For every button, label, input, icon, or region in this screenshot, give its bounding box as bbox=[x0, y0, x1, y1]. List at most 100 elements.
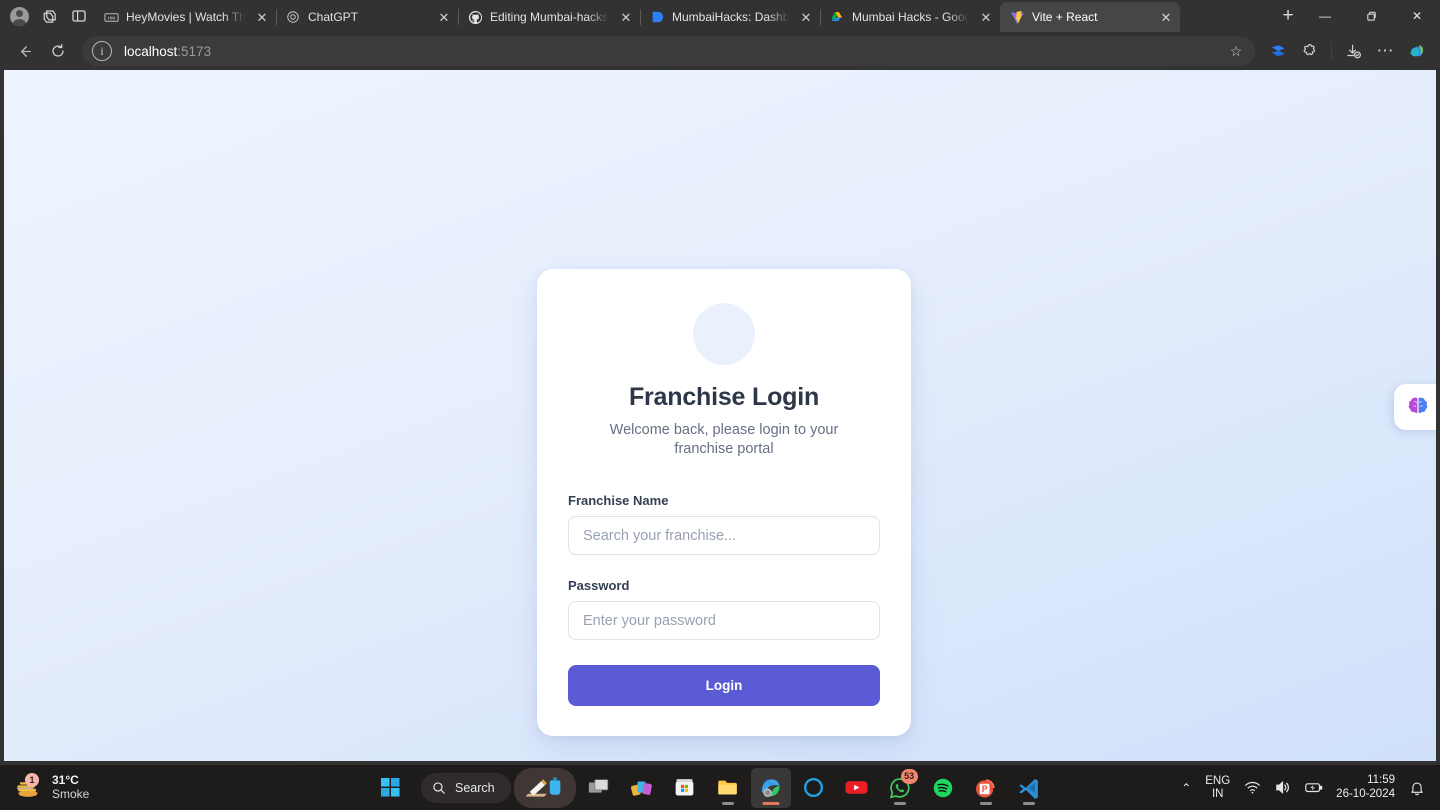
password-label: Password bbox=[568, 578, 630, 594]
password-field: Password bbox=[568, 578, 880, 641]
reload-button[interactable] bbox=[42, 35, 74, 67]
arc-browser-icon[interactable] bbox=[794, 768, 834, 808]
tab-title: Mumbai Hacks - Google D bbox=[852, 10, 969, 24]
tab-title: Editing Mumbai-hacks/RE bbox=[490, 10, 609, 24]
franchise-name-field: Franchise Name bbox=[568, 493, 880, 556]
maximize-button[interactable] bbox=[1348, 0, 1394, 32]
back-button[interactable] bbox=[8, 35, 40, 67]
franchise-name-input[interactable] bbox=[568, 516, 880, 556]
vite-icon bbox=[1009, 9, 1025, 25]
browser-tab[interactable]: MumbaiHacks: Dashboard ✕ bbox=[640, 2, 820, 32]
tab-title: MumbaiHacks: Dashboard bbox=[672, 10, 789, 24]
page-viewport: Franchise Login Welcome back, please log… bbox=[4, 70, 1436, 761]
tab-close-icon[interactable]: ✕ bbox=[434, 7, 454, 27]
file-explorer-icon[interactable] bbox=[708, 768, 748, 808]
downloads-icon[interactable] bbox=[1338, 36, 1368, 66]
franchise-name-label: Franchise Name bbox=[568, 493, 669, 509]
browser-tab[interactable]: ChatGPT ✕ bbox=[276, 2, 458, 32]
windows-start-icon[interactable] bbox=[370, 768, 410, 808]
tab-actions-icon[interactable] bbox=[64, 1, 94, 31]
tray-overflow-icon[interactable]: ⌃ bbox=[1176, 770, 1196, 806]
wifi-icon[interactable] bbox=[1239, 770, 1266, 806]
browser-tab-active[interactable]: Vite + React ✕ bbox=[1000, 2, 1180, 32]
microsoft-store-icon[interactable] bbox=[665, 768, 705, 808]
photos-icon[interactable] bbox=[622, 768, 662, 808]
github-icon bbox=[467, 9, 483, 25]
url-text: localhost:5173 bbox=[124, 43, 212, 59]
login-card: Franchise Login Welcome back, please log… bbox=[537, 269, 911, 737]
new-tab-button[interactable]: + bbox=[1274, 2, 1302, 30]
snipping-highlighter-icon[interactable] bbox=[513, 767, 576, 808]
weather-condition: Smoke bbox=[52, 786, 90, 801]
taskbar-search[interactable]: Search bbox=[421, 772, 511, 803]
weather-smoke-icon: 1 bbox=[14, 772, 44, 801]
password-input[interactable] bbox=[568, 601, 880, 641]
toolbar-divider bbox=[1331, 42, 1332, 60]
login-button[interactable]: Login bbox=[568, 665, 880, 707]
svg-text:HM: HM bbox=[107, 15, 114, 20]
powerpoint-icon[interactable]: P bbox=[966, 768, 1006, 808]
extensions-icon[interactable] bbox=[1295, 36, 1325, 66]
account-avatar-icon[interactable] bbox=[4, 1, 34, 31]
browser-window: HM HeyMovies | Watch The H ✕ ChatGPT ✕ bbox=[0, 0, 1440, 765]
brand-avatar-placeholder bbox=[693, 303, 755, 365]
settings-more-icon[interactable]: ⋯ bbox=[1370, 36, 1400, 66]
tab-title: Vite + React bbox=[1032, 10, 1098, 24]
language-line-2: IN bbox=[1211, 787, 1224, 800]
spotify-icon[interactable] bbox=[923, 768, 963, 808]
clock[interactable]: 11:59 26-10-2024 bbox=[1332, 774, 1401, 801]
youtube-icon[interactable] bbox=[837, 768, 877, 808]
split-screen-icon[interactable] bbox=[1263, 36, 1293, 66]
clock-time: 11:59 bbox=[1367, 773, 1395, 786]
close-window-button[interactable]: ✕ bbox=[1394, 0, 1440, 32]
browser-tab[interactable]: Editing Mumbai-hacks/RE ✕ bbox=[458, 2, 640, 32]
microsoft-edge-icon[interactable] bbox=[750, 767, 791, 808]
address-bar: i localhost:5173 ☆ ⋯ bbox=[0, 32, 1440, 70]
browser-tab[interactable]: Mumbai Hacks - Google D ✕ bbox=[820, 2, 1000, 32]
page-subtitle: Welcome back, please login to your franc… bbox=[609, 422, 839, 458]
brain-assistant-icon[interactable] bbox=[1394, 384, 1436, 430]
search-label: Search bbox=[455, 780, 495, 795]
tab-close-icon[interactable]: ✕ bbox=[616, 7, 636, 27]
tab-title: HeyMovies | Watch The H bbox=[126, 10, 245, 24]
weather-temperature: 31°C bbox=[52, 772, 79, 787]
weather-badge: 1 bbox=[25, 772, 39, 787]
page-title: Franchise Login bbox=[628, 383, 820, 411]
copilot-icon[interactable] bbox=[1402, 36, 1432, 66]
battery-charging-icon[interactable] bbox=[1299, 770, 1329, 806]
language-indicator[interactable]: ENG IN bbox=[1199, 775, 1236, 800]
volume-icon[interactable] bbox=[1269, 770, 1296, 806]
taskbar-apps: Search 53 P bbox=[370, 767, 1176, 808]
whatsapp-badge: 53 bbox=[900, 768, 918, 784]
tab-close-icon[interactable]: ✕ bbox=[976, 7, 996, 27]
chatgpt-icon bbox=[285, 9, 301, 25]
tab-list: HM HeyMovies | Watch The H ✕ ChatGPT ✕ bbox=[94, 2, 1268, 32]
clock-date: 26-10-2024 bbox=[1336, 787, 1395, 800]
weather-widget[interactable]: 1 31°C Smoke bbox=[0, 772, 370, 802]
dashboard-icon bbox=[649, 9, 665, 25]
tab-strip: HM HeyMovies | Watch The H ✕ ChatGPT ✕ bbox=[0, 0, 1440, 32]
browser-tab[interactable]: HM HeyMovies | Watch The H ✕ bbox=[94, 2, 276, 32]
svg-text:P: P bbox=[981, 784, 987, 794]
tab-close-icon[interactable]: ✕ bbox=[252, 7, 272, 27]
windows-taskbar: 1 31°C Smoke Search 53 P ⌃ ENG IN 11:59 … bbox=[0, 765, 1440, 810]
search-icon bbox=[433, 781, 445, 794]
weather-text: 31°C Smoke bbox=[52, 772, 90, 802]
tab-title: ChatGPT bbox=[308, 10, 359, 24]
window-controls: — ✕ bbox=[1302, 0, 1440, 32]
minimize-button[interactable]: — bbox=[1302, 0, 1348, 32]
tab-close-icon[interactable]: ✕ bbox=[1156, 7, 1176, 27]
language-line-1: ENG bbox=[1205, 775, 1231, 788]
vs-code-icon[interactable] bbox=[1009, 768, 1049, 808]
workspaces-icon[interactable] bbox=[34, 1, 64, 31]
site-info-icon[interactable]: i bbox=[92, 41, 112, 61]
notification-bell-icon[interactable] bbox=[1404, 770, 1430, 806]
whatsapp-icon[interactable]: 53 bbox=[880, 768, 920, 808]
google-drive-icon bbox=[829, 9, 845, 25]
task-view-icon[interactable] bbox=[579, 768, 619, 808]
tab-close-icon[interactable]: ✕ bbox=[796, 7, 816, 27]
system-tray: ⌃ ENG IN 11:59 26-10-2024 bbox=[1176, 770, 1440, 806]
heymovies-icon: HM bbox=[103, 9, 119, 25]
url-input[interactable]: i localhost:5173 ☆ bbox=[82, 36, 1255, 66]
favorites-star-icon[interactable]: ☆ bbox=[1223, 38, 1249, 64]
